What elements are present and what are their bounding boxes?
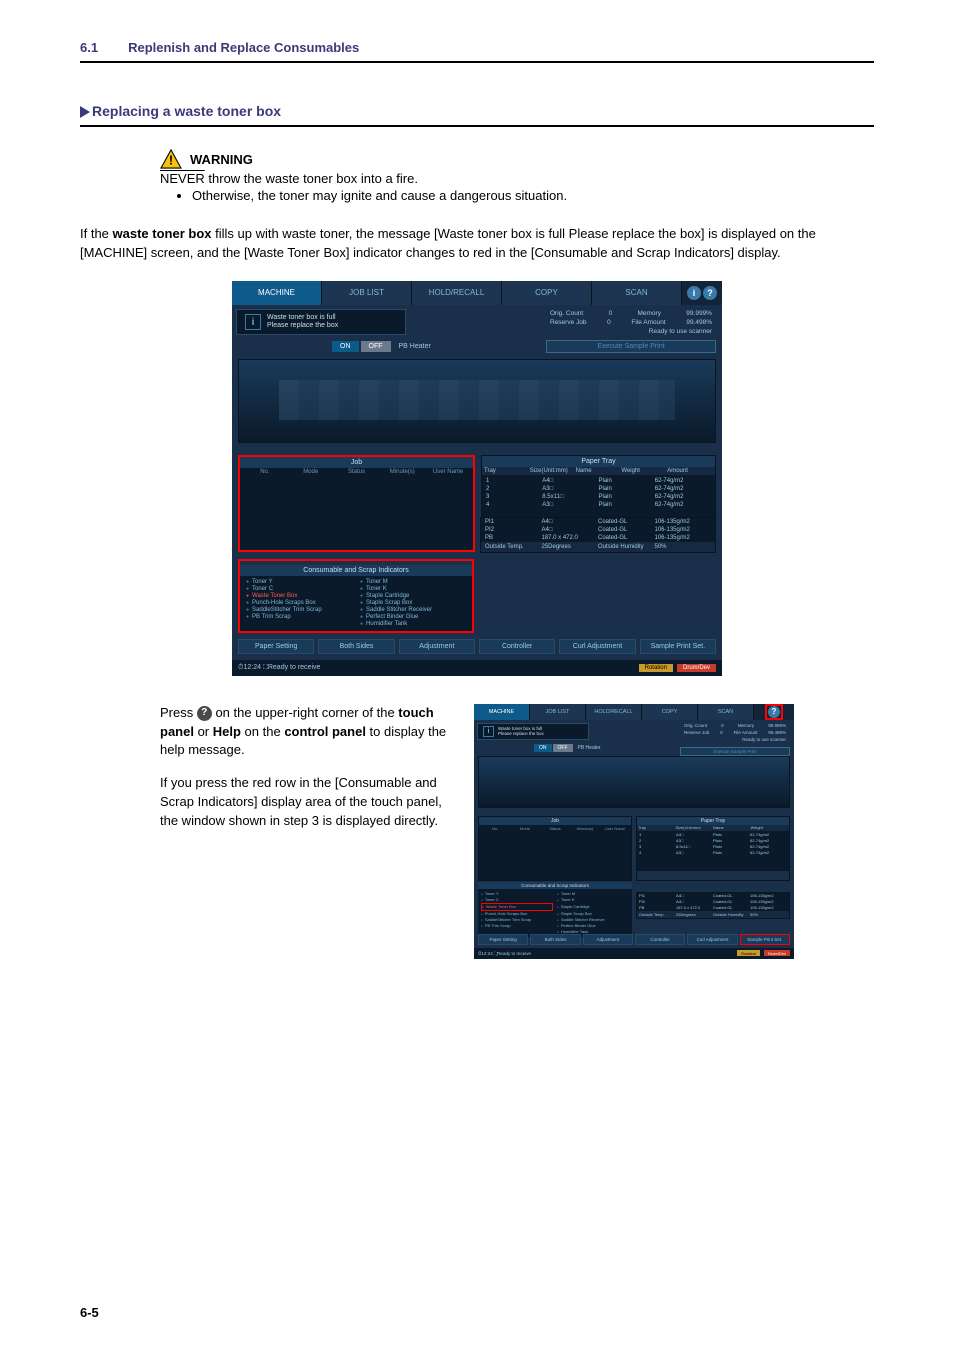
tab-scan[interactable]: SCAN [592,281,682,305]
topnav: MACHINE JOB LIST HOLD/RECALL COPY SCAN i… [232,281,722,305]
heater-on-button[interactable]: ON [332,341,359,352]
subheading-text: Replacing a waste toner box [92,103,281,119]
warning-line1: NEVER throw the waste toner box into a f… [160,171,874,186]
machine-diagram [238,359,716,443]
tab-machine[interactable]: MACHINE [232,281,322,305]
warning-title: WARNING [190,152,253,167]
job-panel: Job No.ModeStatusMinute(s)User Name [238,455,475,552]
stats-panel: Orig. Count0Memory99.999% Reserve Job0Fi… [546,309,716,353]
statusbar: ⏱12:24 ⛶Ready to receive Rotation Drum/D… [232,660,722,676]
subheading-rule [80,125,874,127]
btn-curl-adjustment[interactable]: Curl Adjustment [559,639,635,654]
alert-info-icon: i [245,314,261,330]
page-number: 6-5 [80,1305,99,1320]
status-rotation: Rotation [639,664,673,672]
help-area: i ? [682,281,722,305]
heater-label: PB Heater [399,343,431,350]
press-help-paragraph: Press ? on the upper-right corner of the… [160,704,454,761]
btn-adjustment[interactable]: Adjustment [399,639,475,654]
sample-print-button[interactable]: Execute Sample Print [546,340,716,353]
two-column-section: Press ? on the upper-right corner of the… [160,704,794,959]
triangle-icon [80,106,90,118]
page-header: 6.1 Replenish and Replace Consumables [80,40,874,55]
info-icon[interactable]: i [687,286,701,300]
help-icon[interactable]: ? [703,286,717,300]
subheading: Replacing a waste toner box [80,103,874,119]
status-drum: Drum/Dev [677,664,716,672]
header-rule [80,61,874,63]
tab-joblist[interactable]: JOB LIST [322,281,412,305]
indicators-panel: Consumable and Scrap Indicators Toner YT… [238,559,474,633]
tab-holdrecall[interactable]: HOLD/RECALL [412,281,502,305]
btn-both-sides[interactable]: Both Sides [318,639,394,654]
help-icon-highlighted[interactable]: ? [765,704,783,720]
svg-text:!: ! [169,152,173,167]
sample-print-set-highlighted[interactable]: Sample Print Set. [740,934,790,945]
alert-banner: i Waste toner box is full Please replace… [236,309,406,336]
main-screenshot: MACHINE JOB LIST HOLD/RECALL COPY SCAN i… [232,281,722,676]
warning-block: ! WARNING NEVER throw the waste toner bo… [160,149,874,203]
btn-paper-setting[interactable]: Paper Setting [238,639,314,654]
section-number: 6.1 [80,40,98,55]
btn-sample-print-set[interactable]: Sample Print Set. [640,639,716,654]
section-title: Replenish and Replace Consumables [128,40,359,55]
pi-tray-panel: PI1A4□Coated-GL106-135g/m2PI2A4□Coated-G… [480,517,716,553]
help-icon-inline: ? [197,706,212,721]
warning-icon: ! [160,149,182,169]
bottom-buttons: Paper Setting Both Sides Adjustment Cont… [238,639,716,654]
heater-off-button[interactable]: OFF [361,341,391,352]
intro-paragraph: If the waste toner box fills up with was… [80,225,874,263]
warning-bullet: Otherwise, the toner may ignite and caus… [178,188,874,203]
tab-copy[interactable]: COPY [502,281,592,305]
btn-controller[interactable]: Controller [479,639,555,654]
red-row-paragraph: If you press the red row in the [Consuma… [160,774,454,831]
small-screenshot: MACHINE JOB LIST HOLD/RECALL COPY SCAN ?… [474,704,794,959]
heater-controls: ON OFF PB Heater [332,341,431,352]
